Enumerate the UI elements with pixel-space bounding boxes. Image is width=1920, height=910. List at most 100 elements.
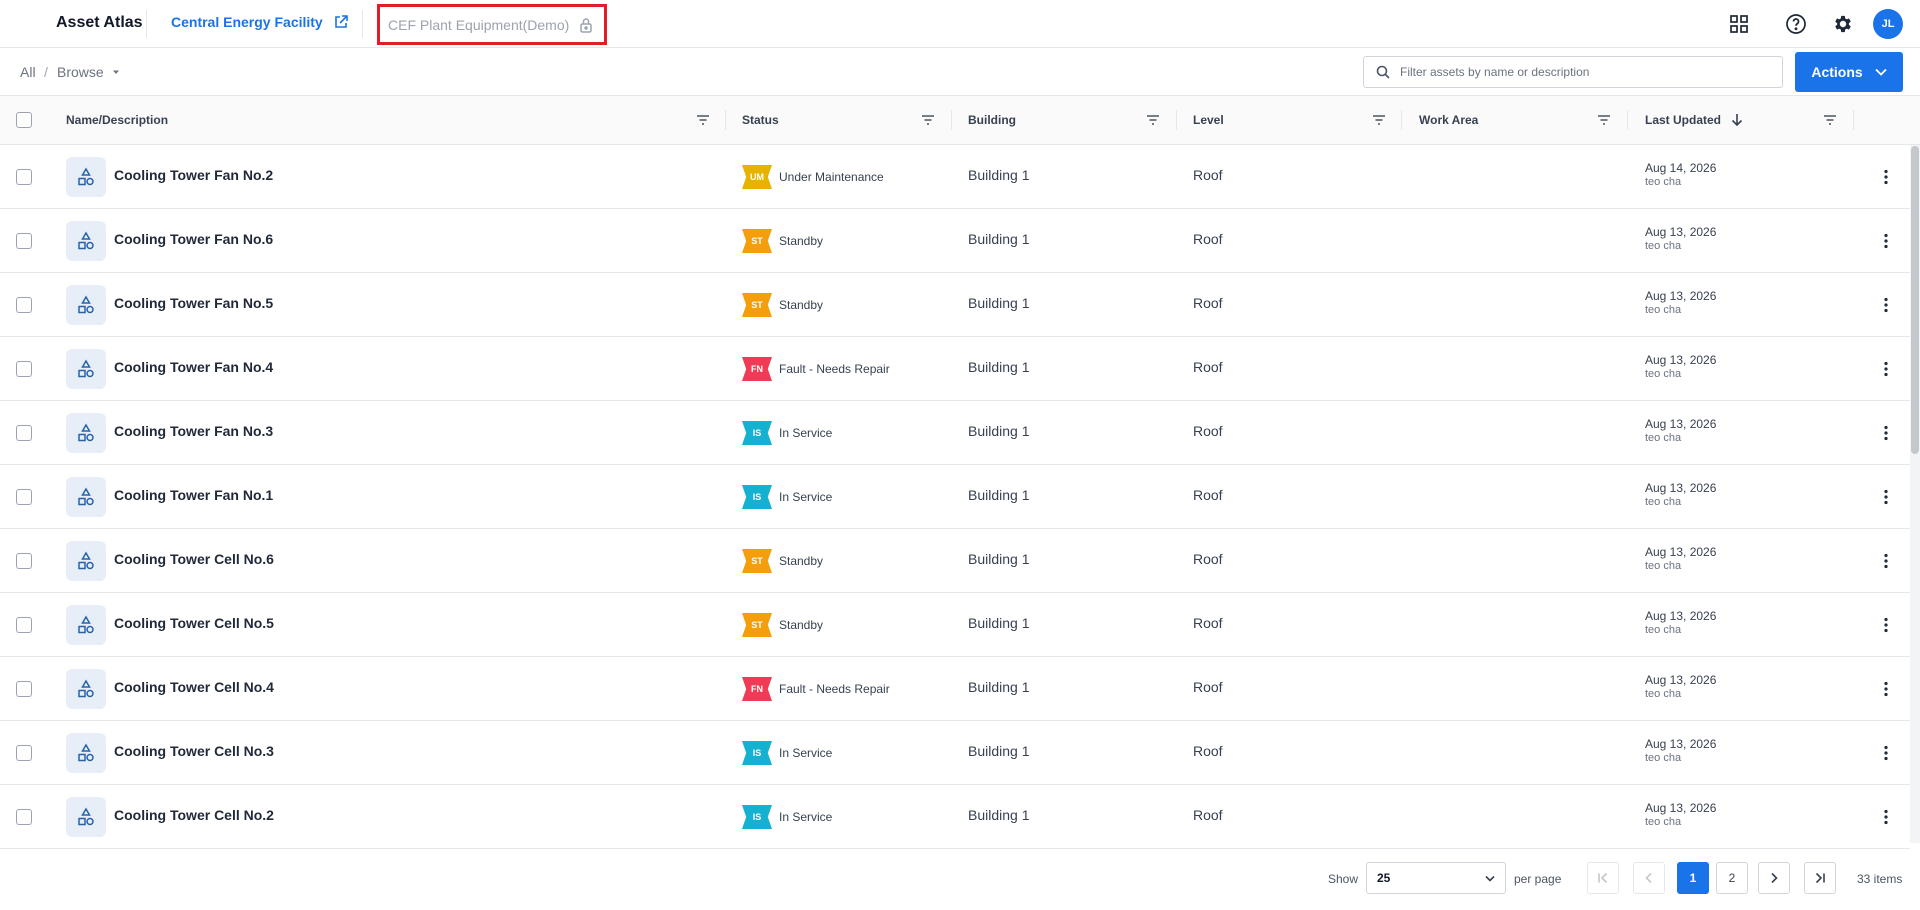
- next-page-button[interactable]: [1758, 862, 1790, 894]
- more-options-icon[interactable]: [1876, 295, 1896, 315]
- asset-name[interactable]: Cooling Tower Cell No.5: [114, 615, 274, 631]
- status-cell: ST Standby: [742, 293, 823, 317]
- scrollbar-thumb[interactable]: [1911, 146, 1919, 454]
- status-cell: IS In Service: [742, 485, 832, 509]
- asset-name[interactable]: Cooling Tower Cell No.3: [114, 743, 274, 759]
- column-divider[interactable]: [725, 110, 726, 130]
- column-divider[interactable]: [1176, 110, 1177, 130]
- more-options-icon[interactable]: [1876, 487, 1896, 507]
- row-checkbox[interactable]: [16, 681, 32, 697]
- filter-icon[interactable]: [695, 112, 711, 128]
- row-checkbox[interactable]: [16, 233, 32, 249]
- table-row[interactable]: Cooling Tower Fan No.6 ST Standby Building …: [0, 209, 1910, 273]
- row-checkbox[interactable]: [16, 809, 32, 825]
- column-header-building[interactable]: Building: [968, 96, 1016, 144]
- breadcrumb-all[interactable]: All: [20, 64, 36, 80]
- filter-icon[interactable]: [920, 112, 936, 128]
- actions-label: Actions: [1811, 64, 1863, 80]
- row-checkbox[interactable]: [16, 361, 32, 377]
- more-options-icon[interactable]: [1876, 167, 1896, 187]
- asset-name[interactable]: Cooling Tower Fan No.4: [114, 359, 273, 375]
- asset-name[interactable]: Cooling Tower Cell No.4: [114, 679, 274, 695]
- column-header-last-updated-label: Last Updated: [1645, 113, 1722, 127]
- asset-name[interactable]: Cooling Tower Fan No.3: [114, 423, 273, 439]
- table-row[interactable]: Cooling Tower Cell No.2 IS In Service Build…: [0, 785, 1910, 849]
- more-options-icon[interactable]: [1876, 551, 1896, 571]
- building-cell: Building 1: [968, 295, 1030, 311]
- per-page-select[interactable]: 25: [1366, 862, 1506, 894]
- page-1-button[interactable]: 1: [1677, 862, 1709, 894]
- table-row[interactable]: Cooling Tower Fan No.5 ST Standby Building …: [0, 273, 1910, 337]
- more-options-icon[interactable]: [1876, 679, 1896, 699]
- filter-icon[interactable]: [1145, 112, 1161, 128]
- column-divider[interactable]: [951, 110, 952, 130]
- help-icon[interactable]: [1784, 12, 1808, 36]
- user-avatar[interactable]: JL: [1873, 9, 1903, 39]
- more-options-icon[interactable]: [1876, 615, 1896, 635]
- table-row[interactable]: Cooling Tower Fan No.2 UM Under Maintenanc…: [0, 145, 1910, 209]
- row-checkbox[interactable]: [16, 425, 32, 441]
- last-updated-cell: Aug 13, 2026 teo cha: [1645, 737, 1716, 765]
- asset-name[interactable]: Cooling Tower Fan No.2: [114, 167, 273, 183]
- row-checkbox[interactable]: [16, 489, 32, 505]
- filter-icon[interactable]: [1596, 112, 1612, 128]
- actions-button[interactable]: Actions: [1795, 52, 1903, 92]
- breadcrumb-browse[interactable]: Browse: [57, 64, 120, 80]
- previous-page-button[interactable]: [1633, 862, 1665, 894]
- asset-name[interactable]: Cooling Tower Cell No.6: [114, 551, 274, 567]
- last-updated-date: Aug 14, 2026: [1645, 161, 1717, 175]
- level-cell: Roof: [1193, 743, 1223, 759]
- app-name[interactable]: Asset Atlas: [56, 14, 143, 32]
- column-header-work-area[interactable]: Work Area: [1419, 96, 1478, 144]
- last-updated-date: Aug 13, 2026: [1645, 609, 1717, 623]
- page-2-button[interactable]: 2: [1716, 862, 1748, 894]
- row-checkbox[interactable]: [16, 553, 32, 569]
- table-row[interactable]: Cooling Tower Fan No.1 IS In Service Buildi…: [0, 465, 1910, 529]
- table-row[interactable]: Cooling Tower Fan No.4 FN Fault - Needs Re…: [0, 337, 1910, 401]
- status-label: Fault - Needs Repair: [779, 682, 890, 696]
- more-options-icon[interactable]: [1876, 807, 1896, 827]
- last-updated-cell: Aug 13, 2026 teo cha: [1645, 673, 1716, 701]
- last-updated-date: Aug 13, 2026: [1645, 353, 1717, 367]
- asset-type-shapes-icon: [66, 797, 106, 837]
- select-all-checkbox[interactable]: [16, 96, 32, 144]
- status-label: Standby: [779, 554, 824, 568]
- more-options-icon[interactable]: [1876, 231, 1896, 251]
- column-header-level[interactable]: Level: [1193, 96, 1224, 144]
- more-options-icon[interactable]: [1876, 743, 1896, 763]
- table-row[interactable]: Cooling Tower Cell No.6 ST Standby Building…: [0, 529, 1910, 593]
- more-options-icon[interactable]: [1876, 423, 1896, 443]
- search-input[interactable]: [1400, 65, 1760, 79]
- row-checkbox[interactable]: [16, 297, 32, 313]
- column-divider[interactable]: [1853, 110, 1854, 130]
- asset-name[interactable]: Cooling Tower Fan No.1: [114, 487, 273, 503]
- filter-icon[interactable]: [1822, 112, 1838, 128]
- column-divider[interactable]: [1401, 110, 1402, 130]
- show-label: Show: [1328, 872, 1359, 886]
- asset-name[interactable]: Cooling Tower Fan No.6: [114, 231, 273, 247]
- more-options-icon[interactable]: [1876, 359, 1896, 379]
- column-header-status[interactable]: Status: [742, 96, 779, 144]
- column-header-name[interactable]: Name/Description: [66, 96, 168, 144]
- table-row[interactable]: Cooling Tower Cell No.4 FN Fault - Needs R…: [0, 657, 1910, 721]
- row-checkbox[interactable]: [16, 745, 32, 761]
- project-selector[interactable]: CEF Plant Equipment(Demo): [377, 4, 607, 45]
- asset-type-shapes-icon: [66, 285, 106, 325]
- asset-name[interactable]: Cooling Tower Fan No.5: [114, 295, 273, 311]
- row-checkbox[interactable]: [16, 169, 32, 185]
- apps-grid-icon[interactable]: [1727, 12, 1751, 36]
- site-link[interactable]: Central Energy Facility: [171, 14, 349, 30]
- sort-descending-arrow-icon[interactable]: [1731, 113, 1743, 127]
- first-page-button[interactable]: [1587, 862, 1619, 894]
- table-row[interactable]: Cooling Tower Fan No.3 IS In Service Buildi…: [0, 401, 1910, 465]
- filter-icon[interactable]: [1371, 112, 1387, 128]
- asset-name[interactable]: Cooling Tower Cell No.2: [114, 807, 274, 823]
- divider: [146, 10, 147, 38]
- row-checkbox[interactable]: [16, 617, 32, 633]
- column-divider[interactable]: [1627, 110, 1628, 130]
- table-row[interactable]: Cooling Tower Cell No.3 IS In Service Build…: [0, 721, 1910, 785]
- last-page-button[interactable]: [1804, 862, 1836, 894]
- column-header-last-updated[interactable]: Last Updated: [1645, 96, 1743, 144]
- settings-gear-icon[interactable]: [1831, 12, 1855, 36]
- table-row[interactable]: Cooling Tower Cell No.5 ST Standby Building…: [0, 593, 1910, 657]
